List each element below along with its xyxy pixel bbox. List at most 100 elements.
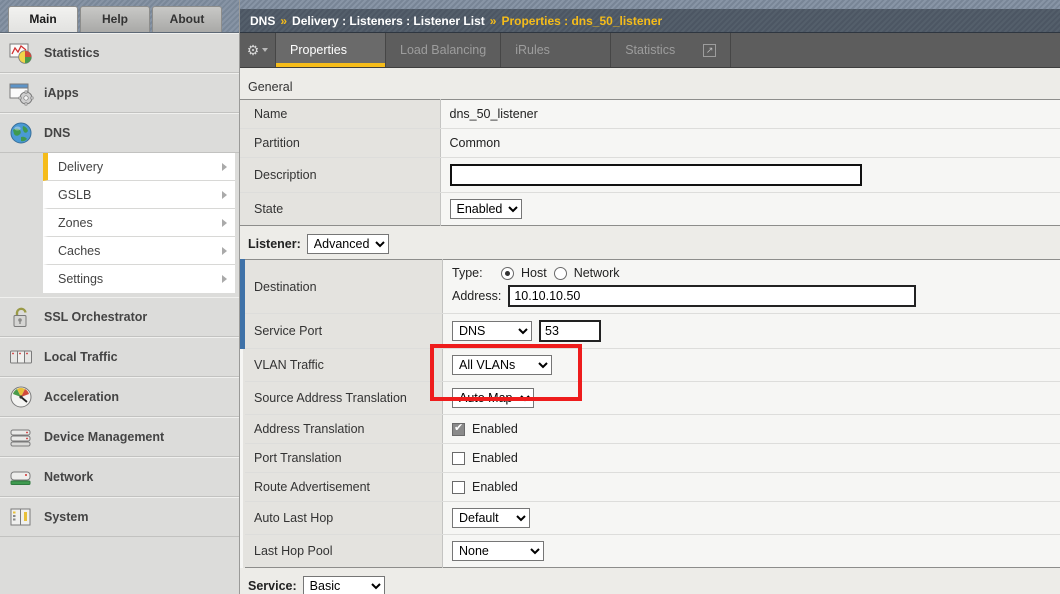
row-value-partition: Common: [440, 129, 1060, 158]
sidebar-item-iapps-label: iApps: [44, 86, 79, 100]
service-port-number-input[interactable]: [539, 320, 601, 342]
row-value-source-address-translation: Auto Map: [443, 382, 1060, 415]
address-translation-checkbox[interactable]: [452, 423, 465, 436]
table-row-last-hop-pool: Last Hop Pool None: [243, 535, 1060, 568]
row-value-service-port: DNS: [443, 314, 1060, 349]
table-row-service-port: Service Port DNS: [243, 314, 1060, 349]
chevron-right-icon: [222, 275, 227, 283]
last-hop-pool-select[interactable]: None: [452, 541, 544, 561]
row-value-route-advertisement: Enabled: [443, 473, 1060, 502]
gear-icon: ⚙: [247, 43, 260, 57]
sidebar-item-statistics-label: Statistics: [44, 46, 100, 60]
tab-load-balancing-label: Load Balancing: [400, 43, 486, 57]
nav-tab-help[interactable]: Help: [80, 6, 150, 32]
breadcrumb-separator-1: »: [280, 14, 287, 28]
sidebar-item-iapps[interactable]: iApps: [0, 73, 239, 113]
chevron-down-icon: [262, 48, 268, 52]
nav-tab-help-label: Help: [102, 12, 128, 26]
description-input[interactable]: [450, 164, 862, 186]
general-table: Name dns_50_listener Partition Common De…: [240, 99, 1060, 226]
sidebar-item-network-label: Network: [44, 470, 93, 484]
nav-tab-about[interactable]: About: [152, 6, 222, 32]
external-link-icon[interactable]: ↗: [703, 44, 716, 57]
row-label-description: Description: [240, 158, 440, 193]
row-label-last-hop-pool: Last Hop Pool: [243, 535, 443, 568]
breadcrumb-root[interactable]: DNS: [250, 14, 275, 28]
chevron-right-icon: [222, 163, 227, 171]
sidebar-item-network[interactable]: Network: [0, 457, 239, 497]
nav-tab-main[interactable]: Main: [8, 6, 78, 32]
tab-properties[interactable]: Properties: [276, 33, 386, 67]
row-value-auto-last-hop: Default: [443, 502, 1060, 535]
sidebar-item-local-traffic-label: Local Traffic: [44, 350, 118, 364]
dns-globe-icon: [8, 120, 34, 146]
service-port-protocol-select[interactable]: DNS: [452, 321, 532, 341]
table-row-description: Description: [240, 158, 1060, 193]
breadcrumb-path[interactable]: Delivery : Listeners : Listener List: [292, 14, 485, 28]
destination-type-network-radio[interactable]: [554, 267, 567, 280]
row-value-last-hop-pool: None: [443, 535, 1060, 568]
sidebar-item-device-management-label: Device Management: [44, 430, 164, 444]
sidebar-item-local-traffic[interactable]: Local Traffic: [0, 337, 239, 377]
destination-address-input[interactable]: [508, 285, 916, 307]
sidebar-item-ssl-orchestrator[interactable]: SSL Orchestrator: [0, 297, 239, 337]
sidebar-subitem-delivery[interactable]: Delivery: [43, 153, 235, 181]
destination-address-group: Address:: [452, 285, 1060, 307]
statistics-chart-icon: [8, 40, 34, 66]
sidebar-item-acceleration[interactable]: Acceleration: [0, 377, 239, 417]
source-address-translation-select[interactable]: Auto Map: [452, 388, 534, 408]
chevron-right-icon: [222, 247, 227, 255]
service-mode-select[interactable]: Basic: [303, 576, 385, 594]
vlan-traffic-select[interactable]: All VLANs: [452, 355, 552, 375]
destination-type-host-label: Host: [521, 266, 547, 280]
state-select[interactable]: Enabled: [450, 199, 522, 219]
tab-irules[interactable]: iRules: [501, 33, 611, 67]
sidebar-subitem-caches-label: Caches: [58, 244, 100, 258]
row-label-destination: Destination: [243, 260, 443, 314]
content-tab-bar: ⚙ Properties Load Balancing iRules Stati…: [240, 33, 1060, 68]
port-translation-checkbox-label: Enabled: [472, 451, 518, 465]
sidebar-item-dns-label: DNS: [44, 126, 70, 140]
sidebar-subitem-caches[interactable]: Caches: [43, 237, 235, 265]
table-row-auto-last-hop: Auto Last Hop Default: [243, 502, 1060, 535]
table-row-address-translation: Address Translation Enabled: [243, 415, 1060, 444]
sidebar-item-dns[interactable]: DNS: [0, 113, 239, 153]
listener-mode-row: Listener: Advanced: [240, 226, 1060, 259]
row-label-source-address-translation: Source Address Translation: [243, 382, 443, 415]
iapps-window-gear-icon: [8, 80, 34, 106]
destination-type-host-radio[interactable]: [501, 267, 514, 280]
general-section-title: General: [240, 68, 1060, 99]
port-translation-checkbox[interactable]: [452, 452, 465, 465]
row-label-auto-last-hop: Auto Last Hop: [243, 502, 443, 535]
padlock-icon: [8, 304, 34, 330]
sidebar-item-ssl-orchestrator-label: SSL Orchestrator: [44, 310, 147, 324]
main-content-pane: DNS » Delivery : Listeners : Listener Li…: [240, 0, 1060, 594]
row-value-destination: Type: Host Network Address:: [443, 260, 1060, 314]
auto-last-hop-select[interactable]: Default: [452, 508, 530, 528]
sidebar-item-system[interactable]: System: [0, 497, 239, 537]
listener-section-label: Listener:: [248, 237, 301, 251]
sidebar-item-device-management[interactable]: Device Management: [0, 417, 239, 457]
sidebar-subitem-delivery-label: Delivery: [58, 160, 103, 174]
sidebar-subitem-zones[interactable]: Zones: [43, 209, 235, 237]
breadcrumb: DNS » Delivery : Listeners : Listener Li…: [240, 9, 1060, 33]
route-advertisement-checkbox[interactable]: [452, 481, 465, 494]
f5-bigip-admin-console: Main Help About Statistics: [0, 0, 1060, 594]
row-value-name: dns_50_listener: [440, 100, 1060, 129]
destination-type-group: Type: Host Network: [452, 266, 1060, 280]
row-label-port-translation: Port Translation: [243, 444, 443, 473]
sidebar-subitem-gslb-label: GSLB: [58, 188, 91, 202]
network-device-icon: [8, 464, 34, 490]
listener-mode-select[interactable]: Advanced: [307, 234, 389, 254]
sidebar-subitem-gslb[interactable]: GSLB: [43, 181, 235, 209]
tab-statistics[interactable]: Statistics ↗: [611, 33, 731, 67]
sidebar-subitem-settings[interactable]: Settings: [43, 265, 235, 293]
dns-submenu: Delivery GSLB Zones Caches Settings: [0, 153, 239, 297]
tab-statistics-label: Statistics: [625, 43, 675, 57]
settings-gear-menu-button[interactable]: ⚙: [240, 33, 276, 67]
sidebar-item-statistics[interactable]: Statistics: [0, 33, 239, 73]
tab-load-balancing[interactable]: Load Balancing: [386, 33, 501, 67]
tab-irules-label: iRules: [515, 43, 550, 57]
table-row-route-advertisement: Route Advertisement Enabled: [243, 473, 1060, 502]
table-row-source-address-translation: Source Address Translation Auto Map: [243, 382, 1060, 415]
